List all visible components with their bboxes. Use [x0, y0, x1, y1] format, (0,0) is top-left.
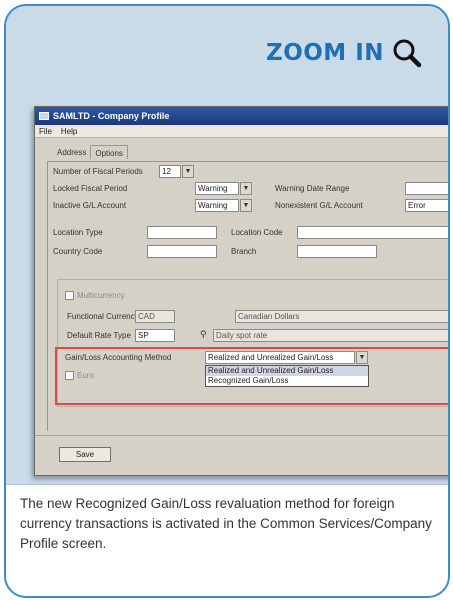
window-title: SAMLTD - Company Profile [53, 111, 170, 121]
tab-strip: Address Options [53, 145, 128, 159]
functional-currency-desc: Canadian Dollars [235, 310, 448, 323]
functional-currency-field: CAD [135, 310, 175, 323]
tab-options[interactable]: Options [90, 145, 128, 159]
fiscal-periods-label: Number of Fiscal Periods [53, 167, 143, 176]
feature-card: ZOOM IN SAMLTD - Company Profile File He… [4, 4, 450, 598]
warning-range-field[interactable] [405, 182, 448, 195]
branch-label: Branch [231, 247, 257, 256]
inactive-gl-label: Inactive G/L Account [53, 201, 127, 210]
tab-address[interactable]: Address [53, 147, 90, 159]
rate-type-desc: Daily spot rate [213, 329, 448, 342]
chevron-down-icon[interactable]: ▼ [240, 182, 252, 195]
locked-period-select[interactable]: Warning [195, 182, 239, 195]
euro-checkbox[interactable] [65, 371, 74, 380]
chevron-down-icon[interactable]: ▼ [356, 351, 368, 364]
multicurrency-checkbox[interactable] [65, 291, 74, 300]
app-icon [39, 112, 49, 120]
zoom-in-label: ZOOM IN [266, 40, 384, 66]
rate-type-field[interactable]: SP [135, 329, 175, 342]
window-titlebar: SAMLTD - Company Profile [35, 107, 448, 125]
gain-loss-option-recognized[interactable]: Recognized Gain/Loss [206, 376, 368, 386]
company-profile-window: SAMLTD - Company Profile File Help Addre… [34, 106, 448, 476]
euro-label: Euro [77, 371, 94, 380]
country-code-label: Country Code [53, 247, 103, 256]
location-type-label: Location Type [53, 228, 103, 237]
nonexistent-gl-label: Nonexistent G/L Account [275, 201, 363, 210]
warning-range-label: Warning Date Range [275, 184, 350, 193]
branch-field[interactable] [297, 245, 377, 258]
save-button[interactable]: Save [59, 447, 111, 462]
location-type-field[interactable] [147, 226, 217, 239]
country-code-field[interactable] [147, 245, 217, 258]
chevron-down-icon[interactable]: ▼ [240, 199, 252, 212]
location-code-label: Location Code [231, 228, 283, 237]
gain-loss-option-realized[interactable]: Realized and Unrealized Gain/Loss [206, 366, 368, 376]
functional-currency-label: Functional Currency [67, 312, 139, 321]
menu-file[interactable]: File [39, 127, 52, 136]
caption-text: The new Recognized Gain/Loss revaluation… [20, 496, 432, 551]
zoom-in-header[interactable]: ZOOM IN [266, 38, 422, 68]
chevron-down-icon[interactable]: ▼ [182, 165, 194, 178]
search-icon[interactable]: ⚲ [200, 329, 207, 340]
rate-type-label: Default Rate Type [67, 331, 131, 340]
gain-loss-select[interactable]: Realized and Unrealized Gain/Loss [205, 351, 355, 364]
location-code-field[interactable] [297, 226, 448, 239]
inactive-gl-select[interactable]: Warning [195, 199, 239, 212]
gain-loss-options[interactable]: Realized and Unrealized Gain/Loss Recogn… [205, 365, 369, 387]
gain-loss-label: Gain/Loss Accounting Method [65, 353, 172, 362]
fiscal-periods-select[interactable]: 12 [159, 165, 181, 178]
menu-bar: File Help [35, 125, 448, 138]
multicurrency-label: Multicurrency [77, 291, 125, 300]
nonexistent-gl-select[interactable]: Error [405, 199, 448, 212]
menu-help[interactable]: Help [61, 127, 77, 136]
locked-period-label: Locked Fiscal Period [53, 184, 128, 193]
footer-divider [35, 435, 448, 436]
magnifier-icon [393, 39, 422, 68]
